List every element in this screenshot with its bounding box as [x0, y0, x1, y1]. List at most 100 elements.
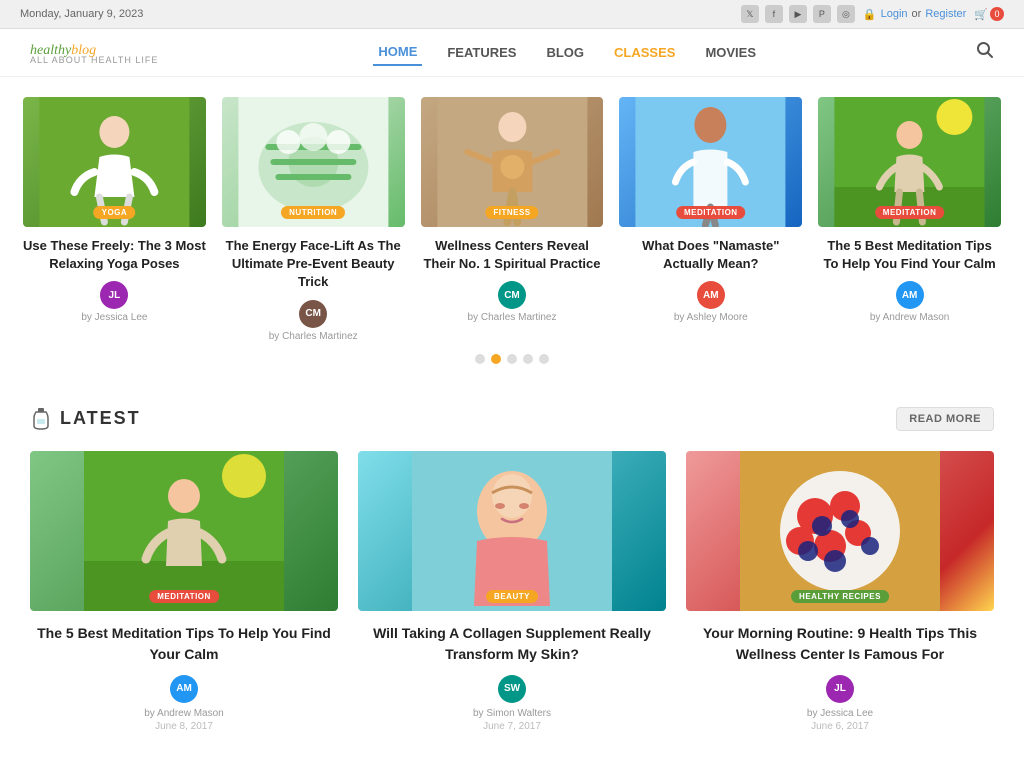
- cart-icon[interactable]: 🛒 0: [974, 7, 1004, 21]
- latest-author-3: JL by Jessica Lee June 6, 2017: [686, 675, 994, 732]
- badge-nutrition: NUTRITION: [281, 206, 345, 219]
- carousel-title-2: The Energy Face-Lift As The Ultimate Pre…: [222, 237, 405, 292]
- instagram-icon[interactable]: ◎: [837, 5, 855, 23]
- author-area-1: JL by Jessica Lee: [23, 281, 206, 323]
- latest-title: LATEST: [60, 408, 141, 429]
- read-more-button[interactable]: READ MORE: [896, 407, 994, 431]
- latest-grid: MEDITATION The 5 Best Meditation Tips To…: [30, 451, 994, 732]
- social-icons: 𝕏 f ▶ P ◎: [741, 5, 855, 23]
- bottle-icon: [30, 408, 52, 430]
- carousel-grid: YOGA Use These Freely: The 3 Most Relaxi…: [15, 97, 1009, 342]
- carousel-title-5: The 5 Best Meditation Tips To Help You F…: [818, 237, 1001, 273]
- author-avatar-4: AM: [697, 281, 725, 309]
- latest-badge-beauty: BEAUTY: [486, 590, 538, 603]
- carousel-item-1[interactable]: YOGA Use These Freely: The 3 Most Relaxi…: [15, 97, 214, 342]
- top-bar-right: 𝕏 f ▶ P ◎ 🔒 Login or Register 🛒 0: [741, 5, 1004, 23]
- badge-meditation-2: MEDITATION: [875, 206, 945, 219]
- pinterest-icon[interactable]: P: [813, 5, 831, 23]
- or-text: or: [912, 8, 922, 20]
- author-name-3: by Charles Martinez: [468, 312, 557, 323]
- carousel-img-1: YOGA: [23, 97, 206, 227]
- latest-title-1: The 5 Best Meditation Tips To Help You F…: [30, 623, 338, 665]
- carousel-img-5: MEDITATION: [818, 97, 1001, 227]
- latest-avatar-1: AM: [170, 675, 198, 703]
- facebook-icon[interactable]: f: [765, 5, 783, 23]
- latest-date-2: June 7, 2017: [483, 721, 541, 732]
- carousel-img-3: FITNESS: [421, 97, 604, 227]
- badge-meditation-1: MEDITATION: [676, 206, 746, 219]
- author-area-5: AM by Andrew Mason: [818, 281, 1001, 323]
- register-link[interactable]: Register: [925, 8, 966, 20]
- cart-symbol: 🛒: [974, 8, 988, 21]
- latest-badge-recipes: HEALTHY RECIPES: [791, 590, 889, 603]
- dot-5[interactable]: [539, 354, 549, 364]
- badge-fitness: FITNESS: [485, 206, 538, 219]
- latest-item-2[interactable]: BEAUTY Will Taking A Collagen Supplement…: [358, 451, 666, 732]
- badge-yoga: YOGA: [94, 206, 136, 219]
- author-avatar-3: CM: [498, 281, 526, 309]
- carousel-title-4: What Does "Namaste" Actually Mean?: [619, 237, 802, 273]
- section-header: LATEST READ MORE: [30, 407, 994, 431]
- logo-tagline: ALL ABOUT HEALTH LIFE: [30, 55, 158, 65]
- nav: HOME FEATURES BLOG CLASSES MOVIES: [373, 39, 761, 66]
- carousel-img-2: NUTRITION: [222, 97, 405, 227]
- latest-img-2: BEAUTY: [358, 451, 666, 611]
- latest-date-3: June 6, 2017: [811, 721, 869, 732]
- latest-item-1[interactable]: MEDITATION The 5 Best Meditation Tips To…: [30, 451, 338, 732]
- author-avatar-5: AM: [896, 281, 924, 309]
- section-title-area: LATEST: [30, 408, 141, 430]
- login-area: 🔒 Login or Register: [863, 8, 966, 21]
- pagination-dots: [15, 342, 1009, 369]
- nav-movies[interactable]: MOVIES: [700, 40, 761, 65]
- latest-author-1: AM by Andrew Mason June 8, 2017: [30, 675, 338, 732]
- cart-count: 0: [990, 7, 1004, 21]
- date-label: Monday, January 9, 2023: [20, 8, 143, 20]
- latest-img-3: HEALTHY RECIPES: [686, 451, 994, 611]
- login-link[interactable]: Login: [881, 8, 908, 20]
- header: healthyblog ALL ABOUT HEALTH LIFE HOME F…: [0, 29, 1024, 77]
- nav-home[interactable]: HOME: [373, 39, 422, 66]
- nav-classes[interactable]: CLASSES: [609, 40, 680, 65]
- dot-4[interactable]: [523, 354, 533, 364]
- latest-img-1: MEDITATION: [30, 451, 338, 611]
- author-avatar-1: JL: [100, 281, 128, 309]
- carousel-item-3[interactable]: FITNESS Wellness Centers Reveal Their No…: [413, 97, 612, 342]
- dot-1[interactable]: [475, 354, 485, 364]
- carousel-item-5[interactable]: MEDITATION The 5 Best Meditation Tips To…: [810, 97, 1009, 342]
- latest-author-name-3: by Jessica Lee: [807, 708, 873, 719]
- author-name-5: by Andrew Mason: [870, 312, 950, 323]
- latest-item-3[interactable]: HEALTHY RECIPES Your Morning Routine: 9 …: [686, 451, 994, 732]
- latest-author-name-1: by Andrew Mason: [144, 708, 224, 719]
- carousel-title-1: Use These Freely: The 3 Most Relaxing Yo…: [23, 237, 206, 273]
- latest-date-1: June 8, 2017: [155, 721, 213, 732]
- main-content: Monday, January 9, 2023 𝕏 f ▶ P ◎ 🔒 Logi…: [0, 0, 1024, 762]
- author-area-3: CM by Charles Martinez: [421, 281, 604, 323]
- author-area-4: AM by Ashley Moore: [619, 281, 802, 323]
- nav-features[interactable]: FEATURES: [442, 40, 521, 65]
- carousel-img-4: MEDITATION: [619, 97, 802, 227]
- author-avatar-2: CM: [299, 300, 327, 328]
- youtube-icon[interactable]: ▶: [789, 5, 807, 23]
- carousel-item-2[interactable]: NUTRITION The Energy Face-Lift As The Ul…: [214, 97, 413, 342]
- carousel-item-4[interactable]: MEDITATION What Does "Namaste" Actually …: [611, 97, 810, 342]
- carousel-title-3: Wellness Centers Reveal Their No. 1 Spir…: [421, 237, 604, 273]
- logo[interactable]: healthyblog ALL ABOUT HEALTH LIFE: [30, 41, 158, 65]
- nav-blog[interactable]: BLOG: [541, 40, 589, 65]
- author-area-2: CM by Charles Martinez: [222, 300, 405, 342]
- latest-author-2: SW by Simon Walters June 7, 2017: [358, 675, 666, 732]
- search-button[interactable]: [976, 41, 994, 64]
- author-name-4: by Ashley Moore: [674, 312, 748, 323]
- dot-2[interactable]: [491, 354, 501, 364]
- carousel-section: YOGA Use These Freely: The 3 Most Relaxi…: [0, 77, 1024, 379]
- lock-icon: 🔒: [863, 8, 877, 21]
- latest-title-3: Your Morning Routine: 9 Health Tips This…: [686, 623, 994, 665]
- latest-section: LATEST READ MORE: [0, 387, 1024, 762]
- author-name-1: by Jessica Lee: [81, 312, 147, 323]
- latest-avatar-3: JL: [826, 675, 854, 703]
- twitter-icon[interactable]: 𝕏: [741, 5, 759, 23]
- latest-title-2: Will Taking A Collagen Supplement Really…: [358, 623, 666, 665]
- latest-author-name-2: by Simon Walters: [473, 708, 551, 719]
- top-bar: Monday, January 9, 2023 𝕏 f ▶ P ◎ 🔒 Logi…: [0, 0, 1024, 29]
- dot-3[interactable]: [507, 354, 517, 364]
- latest-avatar-2: SW: [498, 675, 526, 703]
